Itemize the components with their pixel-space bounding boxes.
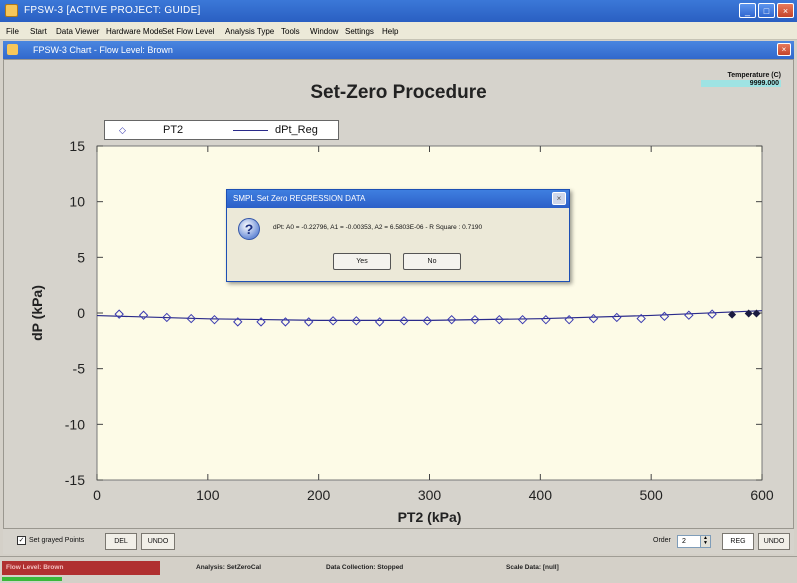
order-value: 2 [682, 538, 686, 545]
order-stepper[interactable]: 2 ▲ ▼ [677, 535, 711, 548]
y-tick-label: -5 [73, 361, 86, 377]
chart-window-icon [7, 44, 18, 55]
undo-right-button[interactable]: UNDO [758, 533, 790, 550]
status-scale: Scale Data: [null] [506, 564, 559, 571]
x-tick-label: 100 [196, 487, 220, 503]
status-flow-level: Flow Level: Brown [2, 561, 160, 575]
del-button[interactable]: DEL [105, 533, 137, 550]
menu-hardware-mode[interactable]: Hardware Mode [106, 27, 163, 36]
status-collection: Data Collection: Stopped [326, 564, 404, 571]
x-tick-label: 500 [639, 487, 663, 503]
undo-left-button[interactable]: UNDO [141, 533, 175, 550]
temperature-value: 9999.000 [701, 80, 781, 87]
y-axis-label: dP (kPa) [29, 285, 45, 341]
minimize-icon[interactable]: _ [739, 3, 756, 18]
legend-pt2: PT2 [163, 124, 184, 136]
window-controls: _ □ × [739, 3, 794, 18]
menu-window[interactable]: Window [310, 27, 338, 36]
x-axis-label: PT2 (kPa) [398, 509, 462, 525]
x-tick-label: 400 [529, 487, 553, 503]
legend-line-icon [233, 130, 268, 131]
status-progress-strip [2, 577, 62, 581]
chart-legend: ◇ PT2 dPt_Reg [104, 120, 339, 140]
close-icon[interactable]: × [777, 3, 794, 18]
menu-tools[interactable]: Tools [281, 27, 300, 36]
x-tick-label: 200 [307, 487, 331, 503]
menu-data-viewer[interactable]: Data Viewer [56, 27, 99, 36]
no-button[interactable]: No [403, 253, 461, 270]
app-root: FPSW-3 [ACTIVE PROJECT: GUIDE] _ □ × Fil… [0, 0, 797, 583]
chart-window-close-icon[interactable]: × [777, 43, 791, 56]
y-tick-label: -10 [65, 416, 85, 432]
menu-set-flow-level[interactable]: Set Flow Level [162, 27, 214, 36]
spinner-arrows-icon[interactable]: ▲ ▼ [700, 536, 710, 547]
window-title: FPSW-3 [ACTIVE PROJECT: GUIDE] [24, 5, 201, 16]
chart-panel: 15 10 5 0 -5 -10 -15 0 100 200 300 400 500 600 PT2 (kP… [3, 59, 794, 529]
menu-start[interactable]: Start [30, 27, 47, 36]
dialog-message: dPt: A0 = -0.22796, A1 = -0.00353, A2 = … [273, 224, 483, 231]
chart-window-titlebar: FPSW-3 Chart - Flow Level: Brown × [3, 41, 794, 59]
y-tick-label: 15 [69, 138, 85, 154]
app-icon [5, 4, 18, 17]
y-tick-label: 5 [77, 249, 85, 265]
order-label: Order [653, 537, 671, 544]
menu-help[interactable]: Help [382, 27, 398, 36]
menu-file[interactable]: File [6, 27, 19, 36]
reg-button[interactable]: REG [722, 533, 754, 550]
chart-controls-bar: ✓ Set grayed Points DEL UNDO Order 2 ▲ ▼ … [3, 529, 794, 554]
temperature-label: Temperature (C) [727, 72, 781, 79]
legend-dpt-reg: dPt_Reg [275, 124, 318, 136]
legend-diamond-icon: ◇ [119, 125, 126, 135]
x-tick-label: 600 [750, 487, 774, 503]
x-tick-label: 0 [93, 487, 101, 503]
dialog-close-icon[interactable]: × [552, 192, 566, 205]
dialog-titlebar: SMPL Set Zero REGRESSION DATA × [227, 190, 569, 208]
checkbox-label: Set grayed Points [29, 537, 85, 544]
menu-settings[interactable]: Settings [345, 27, 374, 36]
y-tick-label: 0 [77, 305, 85, 321]
menu-analysis-type[interactable]: Analysis Type [225, 27, 274, 36]
dialog-title: SMPL Set Zero REGRESSION DATA [233, 194, 366, 203]
question-icon: ? [238, 218, 260, 240]
status-analysis: Analysis: SetZeroCal [196, 564, 262, 571]
y-tick-label: 10 [69, 194, 85, 210]
checkbox-check-icon[interactable]: ✓ [17, 536, 26, 545]
y-tick-label: -15 [65, 472, 85, 488]
chart-title: Set-Zero Procedure [310, 82, 487, 103]
status-bar: Flow Level: Brown Analysis: SetZeroCal D… [0, 556, 797, 583]
maximize-icon[interactable]: □ [758, 3, 775, 18]
x-tick-label: 300 [418, 487, 442, 503]
main-titlebar: FPSW-3 [ACTIVE PROJECT: GUIDE] _ □ × [0, 0, 797, 22]
gray-points-checkbox[interactable]: ✓ Set grayed Points [17, 536, 84, 545]
regression-dialog: SMPL Set Zero REGRESSION DATA × ? dPt: A… [226, 189, 570, 282]
yes-button[interactable]: Yes [333, 253, 391, 270]
temperature-readout: Temperature (C) 9999.000 [701, 72, 781, 87]
menu-bar: File Start Data Viewer Hardware Mode Set… [0, 22, 797, 40]
chart-window-title: FPSW-3 Chart - Flow Level: Brown [33, 45, 173, 55]
